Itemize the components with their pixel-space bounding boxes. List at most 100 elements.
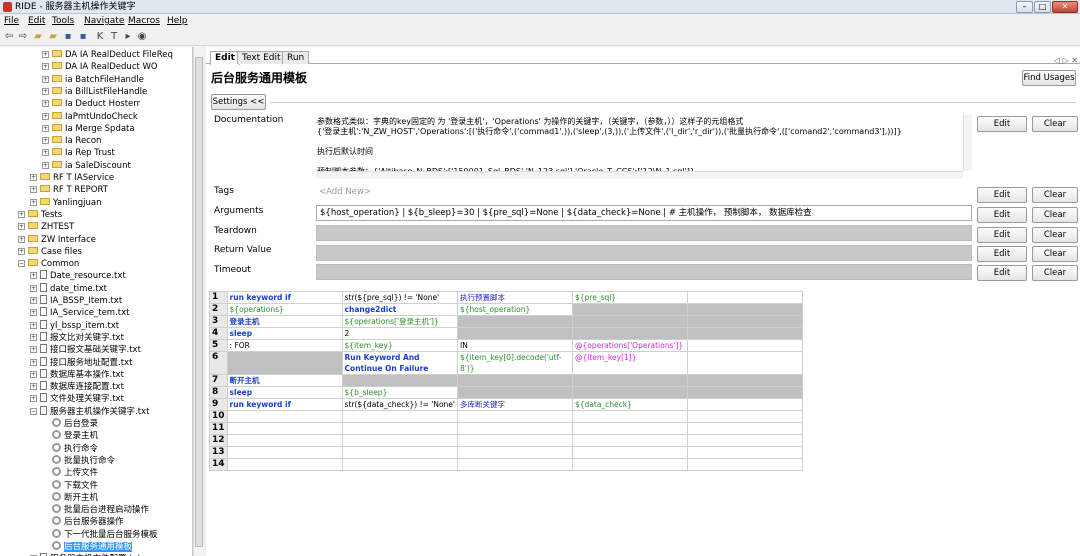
tree-item[interactable]: + ia BatchFileHandle <box>42 74 144 86</box>
arguments-clear-button[interactable]: Clear <box>1032 207 1078 223</box>
grid-cell[interactable] <box>686 351 803 375</box>
grid-cell[interactable]: IN <box>456 339 573 352</box>
row-number[interactable]: 2 <box>209 303 228 316</box>
grid-cell[interactable] <box>226 410 343 423</box>
teardown-field[interactable] <box>316 225 972 241</box>
tree-item[interactable]: + Ia Rep Trust <box>42 147 115 159</box>
timeout-field[interactable] <box>316 264 972 280</box>
expand-icon[interactable]: + <box>30 395 37 403</box>
grid-cell[interactable] <box>456 458 573 471</box>
expand-icon[interactable]: + <box>42 124 49 132</box>
tree-item[interactable]: + 接口服务地址配置.txt <box>30 356 132 369</box>
grid-cell[interactable]: Run Keyword And Continue On Failure <box>341 351 458 375</box>
row-number[interactable]: 5 <box>209 339 228 352</box>
grid-cell[interactable] <box>571 327 688 340</box>
grid-cell[interactable]: 多库断关键字 <box>456 398 573 411</box>
grid-cell[interactable] <box>686 410 803 423</box>
grid-cell[interactable] <box>456 446 573 459</box>
expand-icon[interactable]: + <box>18 247 25 255</box>
tags-add-new[interactable]: <Add New> <box>316 185 370 201</box>
documentation-text[interactable]: 参数格式类似：字典的key固定的 为 '登录主机'，'Operations' 为… <box>316 115 972 179</box>
grid-cell[interactable]: 执行预置脚本 <box>456 291 573 304</box>
tree-item[interactable]: + ZW Interface <box>18 234 96 246</box>
expand-icon[interactable]: + <box>42 63 49 71</box>
expand-icon[interactable]: + <box>18 235 25 243</box>
grid-cell[interactable] <box>226 434 343 447</box>
expand-icon[interactable]: + <box>42 51 49 58</box>
grid-cell[interactable] <box>226 422 343 435</box>
grid-cell[interactable]: @{operations['Operations']} <box>571 339 688 352</box>
expand-icon[interactable]: + <box>30 174 37 181</box>
expand-icon[interactable]: + <box>18 223 25 231</box>
row-number[interactable]: 4 <box>209 327 228 340</box>
maximize-button[interactable]: □ <box>1034 1 1051 13</box>
grid-cell[interactable]: sleep <box>226 386 343 399</box>
grid-cell[interactable] <box>571 434 688 447</box>
tree-item[interactable]: 后台登录 <box>42 418 98 430</box>
row-number[interactable]: 14 <box>209 458 228 471</box>
menu-macros[interactable]: Macros <box>128 15 160 27</box>
grid-cell[interactable] <box>456 374 573 387</box>
tree-item[interactable]: + 接口报文基础关键字.txt <box>30 344 141 356</box>
expand-icon[interactable]: + <box>30 358 37 366</box>
tree-item[interactable]: − Common <box>18 258 79 270</box>
grid-cell[interactable] <box>226 446 343 459</box>
collapse-icon[interactable]: − <box>18 260 25 268</box>
documentation-vscrollbar[interactable] <box>963 115 972 171</box>
expand-icon[interactable]: + <box>30 284 37 292</box>
tree-item[interactable]: + 数据库基本操作.txt <box>30 368 124 381</box>
grid-cell[interactable]: 2 <box>341 327 458 340</box>
open-icon[interactable]: ▰ <box>32 31 44 43</box>
open-folder-icon[interactable]: ▰ <box>47 31 59 43</box>
grid-cell[interactable]: run keyword if <box>226 291 343 304</box>
tree-item[interactable]: + ia SaleDiscount <box>42 160 131 172</box>
tab-text-edit[interactable]: Text Edit <box>237 51 286 64</box>
expand-icon[interactable]: + <box>30 297 37 304</box>
expand-icon[interactable]: + <box>18 210 25 218</box>
grid-cell[interactable]: str(${data_check}) != 'None' <box>341 398 458 411</box>
documentation-clear-button[interactable]: Clear <box>1032 116 1078 132</box>
grid-cell[interactable] <box>341 410 458 423</box>
expand-icon[interactable]: + <box>42 100 49 108</box>
timeout-edit-button[interactable]: Edit <box>977 265 1027 281</box>
grid-cell[interactable]: 断开主机 <box>226 374 343 387</box>
grid-cell[interactable]: 登录主机 <box>226 315 343 328</box>
arguments-edit-button[interactable]: Edit <box>977 207 1027 223</box>
expand-icon[interactable]: + <box>42 75 49 83</box>
tree-item[interactable]: − 服务器主机操作关键字.txt <box>30 405 149 418</box>
grid-cell[interactable] <box>571 374 688 387</box>
grid-cell[interactable]: str(${pre_sql}) != 'None' <box>341 291 458 304</box>
documentation-hscrollbar[interactable] <box>316 171 963 179</box>
expand-icon[interactable]: + <box>30 309 37 317</box>
stop-icon[interactable]: ◉ <box>136 31 148 43</box>
grid-cell[interactable]: ${operations['登录主机']} <box>341 315 458 328</box>
save-icon[interactable]: ▪ <box>62 31 74 43</box>
row-number[interactable]: 9 <box>209 398 228 411</box>
grid-cell[interactable] <box>571 303 688 316</box>
menu-tools[interactable]: Tools <box>52 15 74 27</box>
tree-item[interactable]: + Ia Deduct Hosterr <box>42 98 140 110</box>
teardown-edit-button[interactable]: Edit <box>977 227 1027 243</box>
tree-scrollbar[interactable] <box>193 47 203 556</box>
grid-cell[interactable] <box>571 458 688 471</box>
grid-cell[interactable] <box>686 446 803 459</box>
row-number[interactable]: 8 <box>209 386 228 399</box>
tree-item[interactable]: + DA IA RealDeduct FileReq <box>42 49 173 61</box>
grid-cell[interactable] <box>456 315 573 328</box>
minimize-button[interactable]: – <box>1016 1 1033 13</box>
menu-file[interactable]: File <box>4 15 19 27</box>
grid-cell[interactable] <box>341 446 458 459</box>
tags-edit-button[interactable]: Edit <box>977 187 1027 203</box>
tree-item[interactable]: + ZHTEST <box>18 221 74 233</box>
grid-cell[interactable] <box>341 458 458 471</box>
tree-item[interactable]: 批量执行命令 <box>42 454 115 467</box>
row-number[interactable]: 1 <box>209 291 228 304</box>
expand-icon[interactable]: + <box>42 149 49 157</box>
teardown-clear-button[interactable]: Clear <box>1032 227 1078 243</box>
grid-cell[interactable]: ${b_sleep} <box>341 386 458 399</box>
tree-item[interactable]: 下一代批量后台服务模板 <box>42 528 158 541</box>
text-icon[interactable]: T <box>108 31 120 43</box>
grid-cell[interactable]: ${pre_sql} <box>571 291 688 304</box>
tree-item[interactable]: + IA_BSSP_Item.txt <box>30 295 122 307</box>
tree-item[interactable]: + 数据库连接配置.txt <box>30 381 124 393</box>
